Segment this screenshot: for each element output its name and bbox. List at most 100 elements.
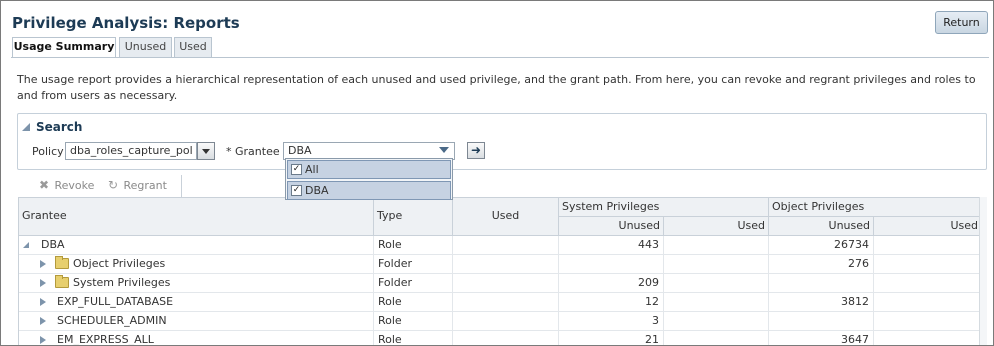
option-label: DBA	[305, 184, 329, 197]
type-cell: Role	[374, 331, 453, 345]
folder-icon	[55, 275, 69, 288]
obj-unused-cell: 3647	[769, 331, 874, 345]
search-header[interactable]: Search	[22, 120, 82, 134]
grantee-cell: EM_EXPRESS_ALL	[53, 331, 374, 345]
sys-used-cell	[664, 274, 769, 293]
collapse-icon[interactable]	[22, 123, 30, 131]
revoke-button[interactable]: ✖ Revoke	[37, 178, 94, 192]
grantee-dropdown-list: ✓ All ✓ DBA	[285, 158, 453, 200]
regrant-label: Regrant	[123, 179, 167, 192]
used-cell	[453, 274, 559, 293]
grantee-cell: DBA	[37, 236, 374, 255]
page-title: Privilege Analysis: Reports	[12, 14, 240, 32]
grantee-cell: SCHEDULER_ADMIN	[53, 312, 374, 331]
chevron-down-icon[interactable]	[439, 147, 449, 153]
required-marker: *	[226, 145, 232, 158]
dropdown-option-dba[interactable]: ✓ DBA	[287, 181, 451, 200]
go-button[interactable]: ➜	[467, 142, 485, 159]
sys-used-cell	[664, 236, 769, 255]
search-title: Search	[36, 120, 83, 134]
type-cell: Role	[374, 236, 453, 255]
tab-divider	[11, 57, 989, 58]
used-cell	[453, 293, 559, 312]
table-row[interactable]: System Privileges Folder 209	[19, 274, 981, 293]
obj-unused-cell	[769, 274, 874, 293]
report-description: The usage report provides a hierarchical…	[17, 73, 976, 102]
obj-used-cell	[874, 255, 981, 274]
used-cell	[453, 255, 559, 274]
regrant-button[interactable]: ↻ Regrant	[106, 178, 167, 192]
tab-usage-summary[interactable]: Usage Summary	[12, 37, 116, 58]
type-cell: Role	[374, 312, 453, 331]
grantee-cell: EXP_FULL_DATABASE	[53, 293, 374, 312]
dropdown-option-all[interactable]: ✓ All	[287, 160, 451, 179]
expand-icon[interactable]	[40, 336, 46, 344]
obj-unused-cell	[769, 312, 874, 331]
arrow-right-icon: ➜	[470, 143, 482, 157]
table-row[interactable]: DBA Role 443 26734	[19, 236, 981, 255]
sys-used-cell	[664, 255, 769, 274]
option-label: All	[305, 163, 319, 176]
grantee-label: * Grantee	[226, 145, 280, 158]
col-header-used[interactable]: Used	[453, 198, 559, 236]
sys-used-cell	[664, 331, 769, 345]
tab-used[interactable]: Used	[174, 37, 212, 57]
expand-icon[interactable]	[40, 317, 46, 325]
sys-used-cell	[664, 312, 769, 331]
col-header-type[interactable]: Type	[374, 198, 453, 236]
collapse-icon[interactable]	[23, 242, 29, 248]
sys-unused-cell	[559, 255, 664, 274]
policy-select[interactable]: dba_roles_capture_pol	[65, 142, 197, 160]
table-toolbar: ✖ Revoke ↻ Regrant	[30, 175, 182, 197]
type-cell: Role	[374, 293, 453, 312]
obj-used-cell	[874, 274, 981, 293]
revoke-label: Revoke	[54, 179, 95, 192]
obj-unused-cell: 276	[769, 255, 874, 274]
sys-used-cell	[664, 293, 769, 312]
table-row[interactable]: EM_EXPRESS_ALL Role 21 3647	[19, 331, 981, 345]
folder-icon	[55, 256, 69, 269]
obj-unused-cell: 3812	[769, 293, 874, 312]
table-row[interactable]: EXP_FULL_DATABASE Role 12 3812	[19, 293, 981, 312]
expand-icon[interactable]	[40, 260, 46, 268]
usage-table: Grantee Type Used System Privileges Obje…	[18, 197, 981, 345]
tab-unused[interactable]: Unused	[119, 37, 172, 57]
expand-icon[interactable]	[40, 298, 46, 306]
checkbox-dba[interactable]: ✓	[291, 185, 302, 196]
expand-icon[interactable]	[40, 279, 46, 287]
sys-unused-cell: 3	[559, 312, 664, 331]
obj-used-cell	[874, 293, 981, 312]
sys-unused-cell: 12	[559, 293, 664, 312]
col-group-object-privileges: Object Privileges	[769, 198, 981, 217]
type-cell: Folder	[374, 255, 453, 274]
col-header-sys-used[interactable]: Used	[664, 217, 769, 236]
used-cell	[453, 312, 559, 331]
col-header-grantee[interactable]: Grantee	[19, 198, 374, 236]
obj-used-cell	[874, 331, 981, 345]
grantee-cell: Object Privileges	[69, 255, 374, 274]
checkbox-all[interactable]: ✓	[291, 164, 302, 175]
sys-unused-cell: 443	[559, 236, 664, 255]
col-header-sys-unused[interactable]: Unused	[559, 217, 664, 236]
policy-dropdown-button[interactable]	[197, 142, 215, 160]
sys-unused-cell: 21	[559, 331, 664, 345]
return-button[interactable]: Return	[935, 11, 988, 34]
table-row[interactable]: Object Privileges Folder 276	[19, 255, 981, 274]
regrant-icon: ↻	[107, 178, 119, 192]
table-row[interactable]: SCHEDULER_ADMIN Role 3	[19, 312, 981, 331]
col-header-obj-used[interactable]: Used	[874, 217, 981, 236]
report-window: Privilege Analysis: Reports Return Usage…	[0, 0, 994, 346]
sys-unused-cell: 209	[559, 274, 664, 293]
grantee-cell: System Privileges	[69, 274, 374, 293]
col-header-obj-unused[interactable]: Unused	[769, 217, 874, 236]
type-cell: Folder	[374, 274, 453, 293]
obj-used-cell	[874, 312, 981, 331]
obj-unused-cell: 26734	[769, 236, 874, 255]
obj-used-cell	[874, 236, 981, 255]
col-group-system-privileges: System Privileges	[559, 198, 769, 217]
grantee-label-text: Grantee	[235, 145, 280, 158]
x-icon: ✖	[38, 178, 50, 192]
used-cell	[453, 331, 559, 345]
used-cell	[453, 236, 559, 255]
table-scrollbar[interactable]	[979, 197, 987, 345]
